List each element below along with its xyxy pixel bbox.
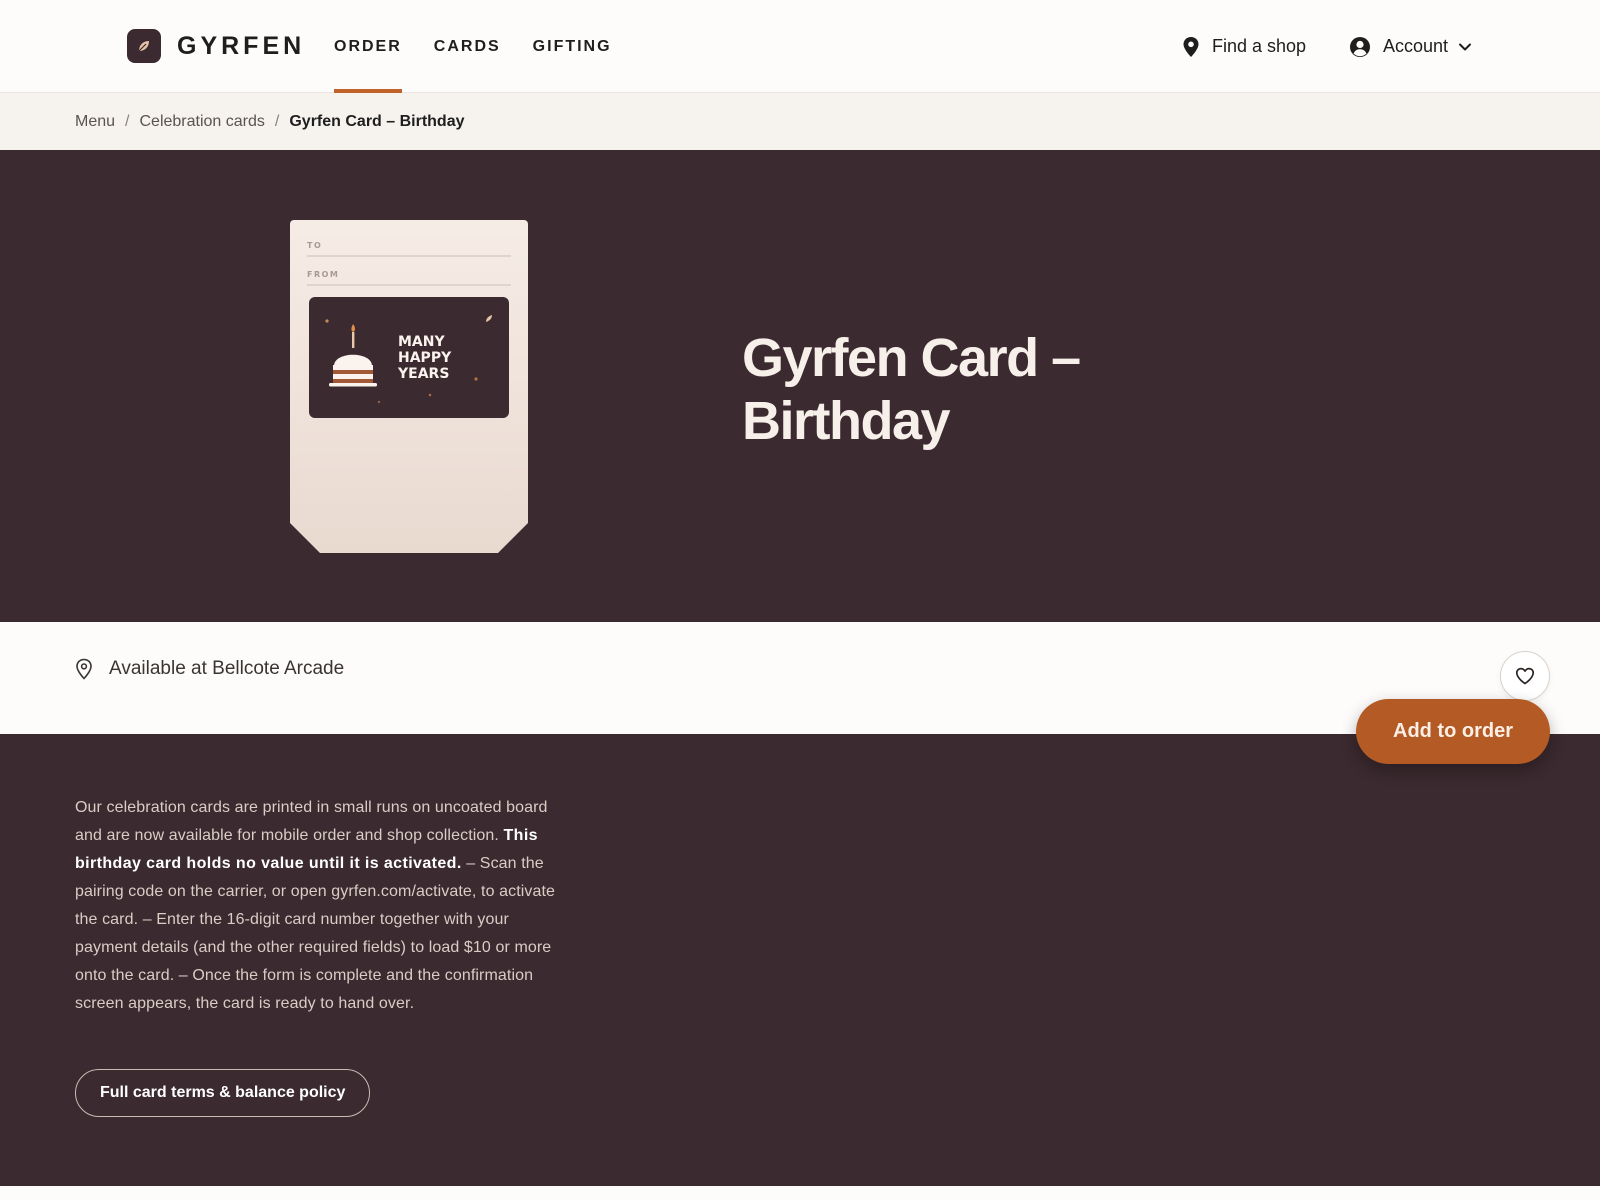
birthday-card-image: TO FROM MANY HAPPY YEARS [290, 220, 528, 553]
product-hero: TO FROM MANY HAPPY YEARS Gyrfen Card – B… [0, 150, 1600, 622]
user-icon [1350, 36, 1370, 57]
product-description: Our celebration cards are printed in sma… [75, 794, 565, 1018]
location-pin-outline-icon [76, 658, 92, 680]
account-label: Account [1383, 36, 1449, 56]
availability-text: Available at Bellcote Arcade [109, 658, 345, 679]
nav-cards[interactable]: CARDS [434, 0, 501, 93]
favorite-button[interactable] [1500, 651, 1550, 701]
card-greeting-line-1: MANY [398, 334, 445, 350]
site-header: GYRFEN ORDER CARDS GIFTING Find a shop A… [0, 0, 1600, 93]
breadcrumb-celebration-cards[interactable]: Celebration cards [139, 113, 264, 131]
product-title: Gyrfen Card – Birthday [742, 328, 1081, 451]
card-greeting-line-2: HAPPY [398, 350, 452, 366]
breadcrumb-menu[interactable]: Menu [75, 113, 115, 131]
breadcrumb: Menu / Celebration cards / Gyrfen Card –… [0, 93, 1600, 150]
description-intro: Our celebration cards are printed in sma… [75, 799, 548, 844]
account-menu[interactable]: Account [1349, 0, 1472, 93]
card-from-label: FROM [307, 270, 339, 279]
card-terms-button[interactable]: Full card terms & balance policy [75, 1069, 371, 1117]
add-to-order-button[interactable]: Add to order [1356, 699, 1550, 764]
breadcrumb-current: Gyrfen Card – Birthday [289, 112, 465, 130]
availability-info: Available at Bellcote Arcade [75, 658, 344, 680]
card-to-label: TO [307, 241, 322, 250]
brand-name: GYRFEN [177, 31, 306, 60]
primary-nav: ORDER CARDS GIFTING [334, 0, 644, 93]
breadcrumb-separator: / [125, 112, 130, 130]
breadcrumb-separator: / [274, 112, 280, 130]
description-body: – Scan the pairing code on the carrier, … [75, 855, 556, 1012]
nav-gifting[interactable]: GIFTING [533, 0, 612, 93]
leaf-icon [127, 29, 161, 63]
find-shop-link[interactable]: Find a shop [1182, 0, 1306, 93]
find-shop-label: Find a shop [1212, 36, 1307, 56]
product-details: Our celebration cards are printed in sma… [0, 734, 1600, 1186]
brand-logo[interactable]: GYRFEN [127, 29, 305, 63]
chevron-down-icon [1459, 43, 1472, 50]
card-greeting-line-3: YEARS [397, 366, 449, 382]
nav-order[interactable]: ORDER [334, 0, 402, 93]
heart-icon [1515, 667, 1535, 685]
location-pin-icon [1183, 36, 1199, 57]
